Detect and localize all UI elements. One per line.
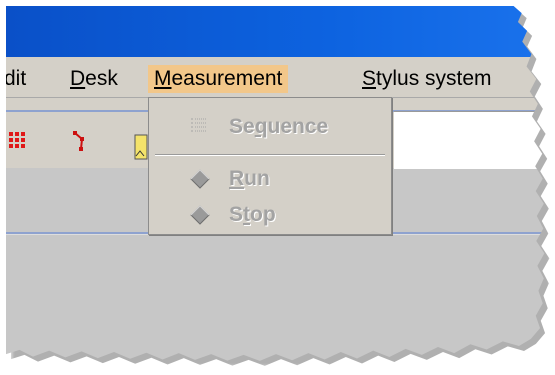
menu-item-sequence[interactable]: Sequence: [149, 112, 391, 142]
diamond-icon: [189, 204, 211, 232]
title-bar: [6, 6, 545, 57]
grid-dots-icon[interactable]: [8, 130, 28, 157]
menu-desk[interactable]: Desk: [64, 65, 124, 93]
menu-item-stop-label: Stop: [229, 203, 276, 226]
sequence-list-icon: [189, 116, 209, 142]
menu-bar: dit Desk Measurement Stylus system: [6, 57, 545, 98]
menu-separator: [155, 154, 385, 156]
diamond-icon: [189, 168, 211, 196]
menu-item-stop[interactable]: Stop: [149, 200, 391, 230]
measurement-dropdown-menu: Sequence Run Stop: [148, 97, 392, 235]
menu-edit[interactable]: dit: [6, 65, 32, 93]
menu-measurement[interactable]: Measurement: [148, 65, 289, 93]
input-area[interactable]: [394, 111, 545, 169]
menu-item-run[interactable]: Run: [149, 164, 391, 194]
menu-stylus-system[interactable]: Stylus system: [356, 65, 498, 93]
menu-item-sequence-label: Sequence: [229, 115, 329, 138]
screenshot-torn-frame: dit Desk Measurement Stylus system Seque…: [6, 6, 545, 361]
polyline-icon[interactable]: [72, 130, 92, 159]
note-icon[interactable]: [134, 134, 148, 165]
menu-item-run-label: Run: [229, 167, 270, 190]
